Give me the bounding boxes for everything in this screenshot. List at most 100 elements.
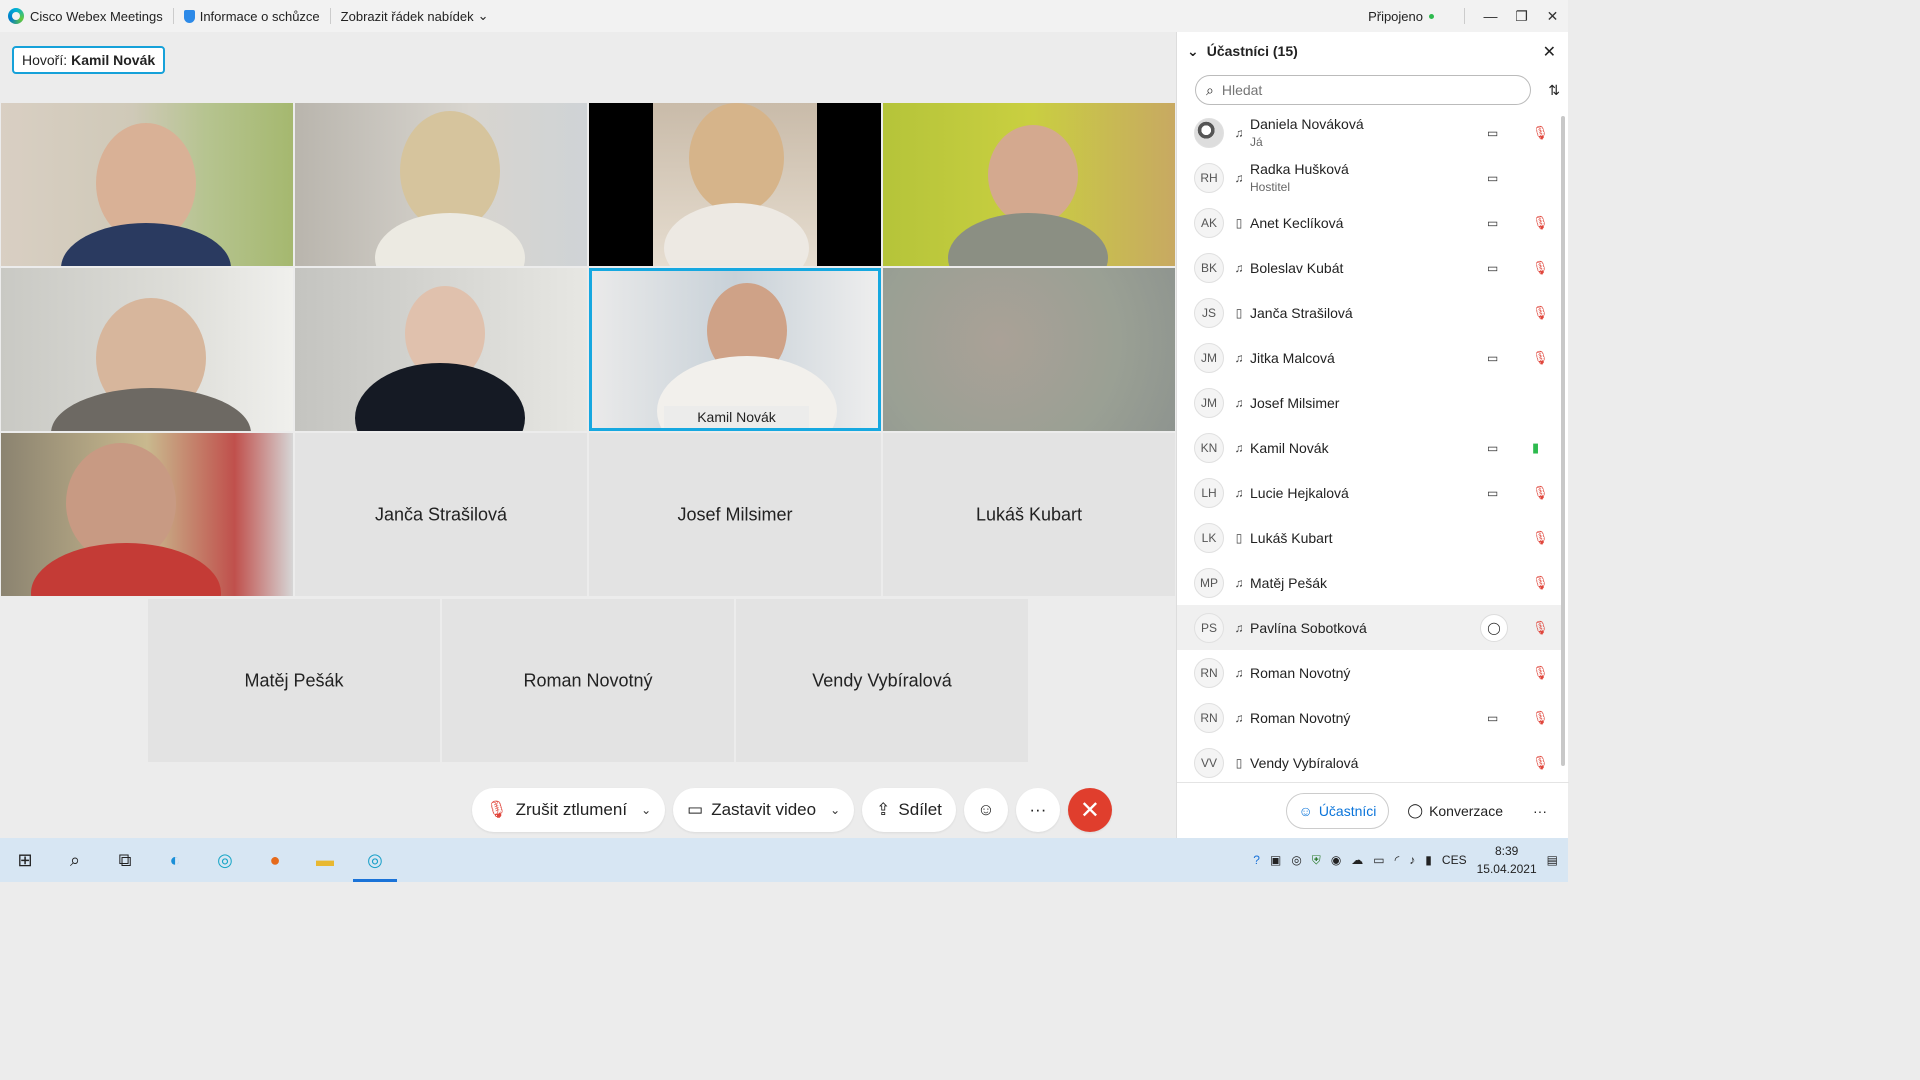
video-tile[interactable] bbox=[1, 103, 293, 266]
participant-video bbox=[61, 223, 231, 266]
participant-video bbox=[948, 213, 1108, 266]
meeting-info-button[interactable]: Informace o schůzce bbox=[183, 9, 320, 24]
reactions-button[interactable]: ☺ bbox=[963, 788, 1008, 832]
chat-icon[interactable]: ◯ bbox=[1480, 613, 1508, 642]
video-camera-icon: ▭ bbox=[1487, 710, 1499, 725]
more-icon: ··· bbox=[1533, 802, 1547, 819]
firefox-icon[interactable]: ● bbox=[250, 838, 300, 882]
search-icon[interactable]: ⌕ bbox=[50, 838, 100, 882]
notifications-icon[interactable]: ▤ bbox=[1547, 853, 1558, 867]
participant-row[interactable]: RH ♫ Radka Hušková Hostitel ▭ bbox=[1177, 155, 1561, 200]
video-tile[interactable] bbox=[883, 268, 1175, 431]
show-menu-bar-button[interactable]: Zobrazit řádek nabídek ⌄ bbox=[341, 8, 489, 24]
mic-icon[interactable]: ▮ bbox=[1425, 853, 1432, 867]
meet-icon[interactable]: ▣ bbox=[1270, 853, 1281, 867]
mic-muted-icon[interactable]: 🎙︎ bbox=[1532, 260, 1549, 276]
chevron-down-icon[interactable]: ⌄ bbox=[830, 803, 840, 817]
video-tile[interactable] bbox=[1, 268, 293, 431]
chat-toggle-button[interactable]: ◯ Konverzace bbox=[1395, 793, 1515, 829]
volume-icon[interactable]: ♪ bbox=[1409, 853, 1415, 867]
divider bbox=[1464, 8, 1465, 24]
active-speaker-tile[interactable]: Kamil Novák bbox=[589, 268, 881, 431]
file-explorer-icon[interactable]: ▬ bbox=[300, 838, 350, 882]
unmute-button[interactable]: 🎙︎ Zrušit ztlumení ⌄ bbox=[472, 788, 666, 832]
participant-tile[interactable]: Roman Novotný bbox=[442, 599, 734, 762]
participant-row[interactable]: JM ♫ Josef Milsimer bbox=[1177, 380, 1561, 425]
participant-row[interactable]: BK ♫ Boleslav Kubát ▭ 🎙︎ bbox=[1177, 245, 1561, 290]
participant-row[interactable]: RN ♫ Roman Novotný ▭ 🎙︎ bbox=[1177, 695, 1561, 740]
divider bbox=[329, 8, 331, 24]
keyboard-language[interactable]: CES bbox=[1442, 853, 1467, 867]
app-tray-icon[interactable]: ◉ bbox=[1331, 853, 1341, 867]
minimize-button[interactable]: — bbox=[1475, 0, 1506, 32]
active-speaker-label: Hovoří: Kamil Novák bbox=[12, 46, 166, 74]
participant-row[interactable]: MP ♫ Matěj Pešák 🎙︎ bbox=[1177, 560, 1561, 605]
participant-row[interactable]: AK ▯ Anet Keclíková ▭ 🎙︎ bbox=[1177, 200, 1561, 245]
task-view-icon[interactable]: ⧉ bbox=[100, 838, 150, 882]
participant-tile[interactable]: Lukáš Kubart bbox=[883, 433, 1175, 596]
video-tile[interactable] bbox=[295, 103, 587, 266]
webex-app-icon[interactable]: ◎ bbox=[200, 838, 250, 882]
participant-row[interactable]: VV ▯ Vendy Vybíralová 🎙︎ bbox=[1177, 740, 1561, 785]
chevron-down-icon[interactable]: ⌄ bbox=[641, 803, 651, 817]
mic-muted-icon[interactable]: 🎙︎ bbox=[1532, 350, 1549, 366]
battery-icon[interactable]: ▭ bbox=[1373, 853, 1384, 867]
wifi-icon[interactable]: ◜ bbox=[1395, 853, 1400, 867]
video-camera-icon: ▭ bbox=[1487, 125, 1499, 140]
participant-row[interactable]: JS ▯ Janča Strašilová 🎙︎ bbox=[1177, 290, 1561, 335]
security-icon[interactable]: ⛨ bbox=[1312, 853, 1321, 868]
chevron-down-icon[interactable]: ⌄ bbox=[1187, 43, 1199, 60]
video-tile[interactable] bbox=[1, 433, 293, 596]
mic-muted-icon[interactable]: 🎙︎ bbox=[1532, 305, 1549, 321]
onedrive-icon[interactable]: ☁ bbox=[1351, 853, 1363, 867]
more-panels-button[interactable]: ··· bbox=[1521, 793, 1559, 829]
mic-muted-icon[interactable]: 🎙︎ bbox=[1532, 485, 1549, 501]
person-icon: ☺ bbox=[1298, 802, 1313, 819]
more-options-button[interactable]: ··· bbox=[1015, 788, 1060, 832]
mic-muted-icon[interactable]: 🎙︎ bbox=[1532, 215, 1549, 231]
end-call-button[interactable]: ✕ bbox=[1067, 788, 1112, 832]
windows-start-icon[interactable]: ⊞ bbox=[0, 838, 50, 882]
help-icon[interactable]: ? bbox=[1253, 853, 1260, 867]
close-icon[interactable]: ✕ bbox=[1543, 42, 1556, 62]
video-tile[interactable] bbox=[589, 103, 881, 266]
mic-muted-icon[interactable]: 🎙︎ bbox=[1532, 665, 1549, 681]
participant-tile[interactable]: Josef Milsimer bbox=[589, 433, 881, 596]
video-tile[interactable] bbox=[295, 268, 587, 431]
participant-tile[interactable]: Janča Strašilová bbox=[295, 433, 587, 596]
participant-tile[interactable]: Matěj Pešák bbox=[148, 599, 440, 762]
mic-muted-icon[interactable]: 🎙︎ bbox=[1532, 620, 1549, 636]
video-tile[interactable] bbox=[883, 103, 1175, 266]
mic-muted-icon[interactable]: 🎙︎ bbox=[1532, 575, 1549, 591]
participant-row[interactable]: KN ♫ Kamil Novák ▭ ▮ bbox=[1177, 425, 1561, 470]
participants-panel-header[interactable]: ⌄ Účastníci (15) ✕ bbox=[1177, 32, 1568, 70]
participants-toggle-button[interactable]: ☺ Účastníci bbox=[1285, 792, 1390, 829]
search-input[interactable] bbox=[1221, 82, 1502, 98]
participant-tile[interactable]: Vendy Vybíralová bbox=[736, 599, 1028, 762]
clock[interactable]: 8:39 15.04.2021 bbox=[1477, 842, 1537, 878]
video-camera-icon: ▭ bbox=[687, 800, 704, 819]
sort-icon[interactable]: ⇅ bbox=[1548, 82, 1560, 99]
system-tray: ? ▣ ◎ ⛨ ◉ ☁ ▭ ◜ ♪ ▮ CES 8:39 15.04.2021 … bbox=[1253, 838, 1568, 882]
video-camera-icon: ▭ bbox=[1487, 215, 1499, 230]
webex-tray-icon[interactable]: ◎ bbox=[1291, 853, 1301, 867]
participant-row[interactable]: RN ♫ Roman Novotný 🎙︎ bbox=[1177, 650, 1561, 695]
stop-video-button[interactable]: ▭ Zastavit video ⌄ bbox=[673, 788, 855, 832]
close-window-button[interactable]: ✕ bbox=[1537, 0, 1568, 32]
edge-icon[interactable]: ◐ bbox=[150, 838, 200, 882]
share-button[interactable]: ⇪ Sdílet bbox=[862, 788, 956, 832]
participant-row[interactable]: ♫ Daniela Nováková Já ▭ 🎙︎ bbox=[1177, 110, 1561, 155]
webex-meetings-taskbar-icon[interactable]: ◎ bbox=[350, 838, 400, 882]
mic-muted-icon[interactable]: 🎙︎ bbox=[1532, 125, 1549, 141]
mic-muted-icon[interactable]: 🎙︎ bbox=[1532, 755, 1549, 771]
scrollbar[interactable] bbox=[1561, 116, 1565, 766]
participant-row[interactable]: LH ♫ Lucie Hejkalová ▭ 🎙︎ bbox=[1177, 470, 1561, 515]
participant-row[interactable]: LK ▯ Lukáš Kubart 🎙︎ bbox=[1177, 515, 1561, 560]
restore-button[interactable]: ❐ bbox=[1506, 0, 1537, 32]
participant-search[interactable]: ⌕ bbox=[1195, 75, 1531, 105]
participant-row[interactable]: JM ♫ Jitka Malcová ▭ 🎙︎ bbox=[1177, 335, 1561, 380]
mic-muted-icon[interactable]: 🎙︎ bbox=[1532, 530, 1549, 546]
mic-muted-icon[interactable]: 🎙︎ bbox=[1532, 710, 1549, 726]
participant-row[interactable]: PS ♫ Pavlína Sobotková ◯ 🎙︎ bbox=[1177, 605, 1561, 650]
mic-active-icon[interactable]: ▮ bbox=[1532, 440, 1539, 456]
